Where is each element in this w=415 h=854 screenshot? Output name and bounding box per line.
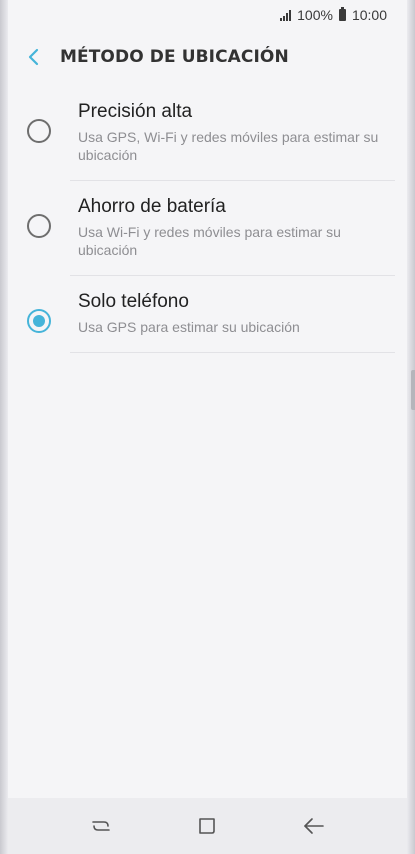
navigation-bar (8, 798, 407, 854)
option-title: Ahorro de batería (78, 196, 226, 217)
chevron-left-icon (28, 48, 39, 66)
device-side-button (411, 370, 415, 410)
option-description: Usa GPS, Wi-Fi y redes móviles para esti… (78, 129, 379, 163)
option-high-accuracy[interactable]: Precisión alta Usa GPS, Wi-Fi y redes mó… (8, 86, 407, 181)
device-edge-right (407, 0, 415, 854)
device-edge-left (0, 0, 8, 854)
recent-apps-button[interactable] (76, 806, 126, 846)
signal-icon (280, 9, 292, 21)
option-battery-saving[interactable]: Ahorro de batería Usa Wi-Fi y redes móvi… (8, 181, 407, 276)
battery-percent: 100% (297, 7, 333, 23)
page-title: MÉTODO DE UBICACIÓN (60, 47, 289, 67)
status-bar: 100% 10:00 (8, 0, 407, 30)
radio-button[interactable] (27, 119, 51, 143)
radio-button[interactable] (27, 214, 51, 238)
screen: 100% 10:00 MÉTODO DE UBICACIÓN Precisión… (0, 0, 415, 854)
location-method-list: Precisión alta Usa GPS, Wi-Fi y redes mó… (8, 86, 407, 353)
option-title: Precisión alta (78, 101, 193, 122)
app-bar: MÉTODO DE UBICACIÓN (8, 30, 407, 84)
home-icon (199, 818, 216, 834)
option-device-only[interactable]: Solo teléfono Usa GPS para estimar su ub… (8, 276, 407, 353)
nav-back-button[interactable] (289, 806, 339, 846)
back-button[interactable] (8, 30, 60, 84)
option-title: Solo teléfono (78, 291, 189, 312)
clock: 10:00 (351, 7, 387, 23)
battery-icon (338, 7, 346, 21)
back-arrow-icon (304, 818, 324, 834)
option-description: Usa Wi-Fi y redes móviles para estimar s… (78, 224, 341, 258)
option-description: Usa GPS para estimar su ubicación (78, 319, 300, 335)
radio-button-selected[interactable] (27, 309, 51, 333)
home-button[interactable] (182, 806, 232, 846)
recent-apps-icon (92, 821, 110, 831)
